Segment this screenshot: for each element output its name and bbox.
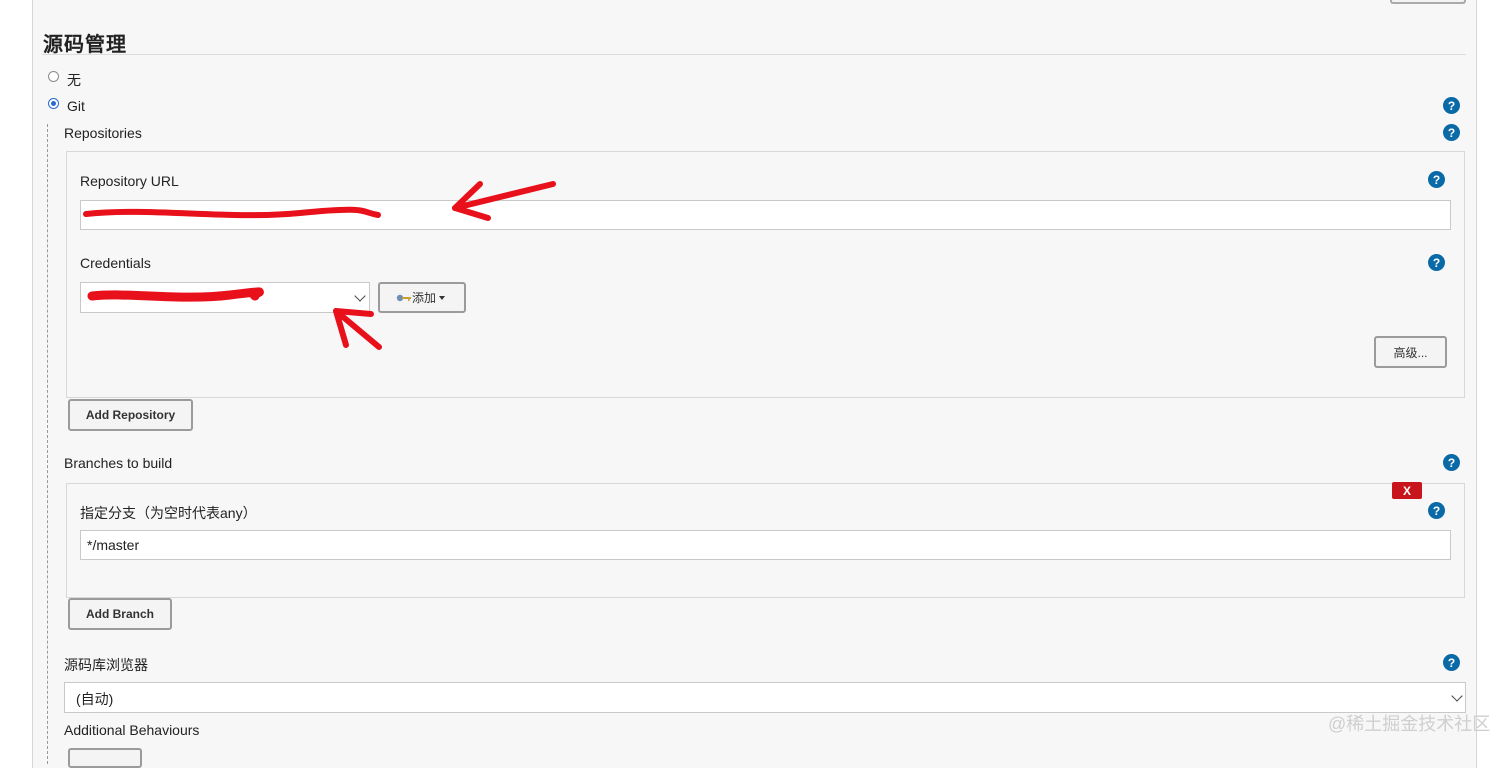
redaction-scribble-credentials	[87, 287, 264, 302]
annotation-overlay	[83, 181, 556, 350]
watermark: @稀土掘金技术社区	[1328, 714, 1491, 734]
redaction-scribble-url	[83, 206, 381, 219]
